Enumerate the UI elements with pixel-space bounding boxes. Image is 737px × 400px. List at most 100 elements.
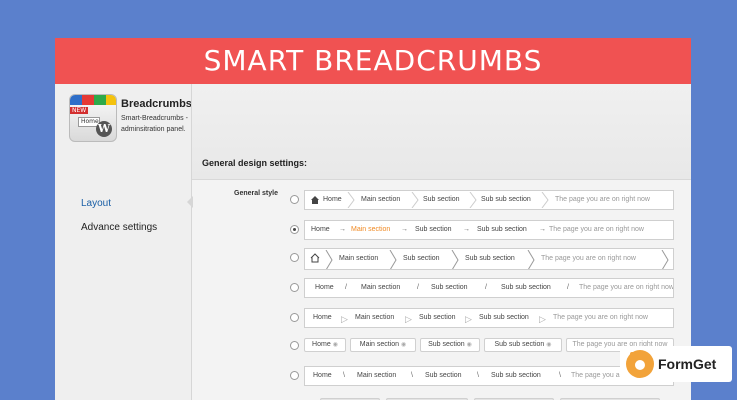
plugin-description: Smart-Breadcrumbs - adminsitration panel… [121, 115, 188, 133]
section-title: General design settings: [202, 158, 308, 168]
crumb-current: The page you are on right now [549, 226, 644, 233]
crumb-current: The page you are on right now [579, 284, 674, 291]
style-option-4: Home / Main section / Sub section / Sub … [290, 278, 676, 300]
backslash-separator: \ [411, 372, 413, 379]
crumb-subsub: Sub sub section [479, 314, 529, 321]
crumb-current: The page you are on right now [541, 255, 636, 262]
triangle-separator: ▷ [405, 314, 412, 324]
chevron-separator [661, 250, 669, 269]
breadcrumb-preview-8: Home » Main section » Sub section » Sub … [304, 396, 674, 400]
chevron-separator [541, 192, 549, 208]
crumb-home: Home [313, 372, 332, 379]
style-option-2: Home → Main section → Sub section → Sub … [290, 220, 676, 242]
crumb-sub: Sub section [425, 372, 462, 379]
triangle-separator: ▷ [341, 314, 348, 324]
style-radio-7[interactable] [290, 371, 299, 380]
crumb-main: Main section [355, 314, 395, 321]
breadcrumb-preview-6: Home ◉ Main section ◉ Sub section ◉ Sub … [304, 336, 674, 356]
breadcrumb-preview-5: Home ▷ Main section ▷ Sub section ▷ Sub … [304, 308, 674, 328]
plugin-title: Breadcrumbs [121, 98, 192, 110]
chevron-separator [411, 192, 419, 208]
chevron-separator [347, 192, 355, 208]
arrow-separator: → [401, 226, 408, 233]
crumb-subsub: Sub sub section [477, 226, 527, 233]
crumb-current: The page you are on right now [555, 196, 650, 203]
style-option-7: Home \ Main section \ Sub section \ Sub … [290, 366, 676, 388]
general-style-label: General style [234, 190, 278, 197]
style-radio-4[interactable] [290, 283, 299, 292]
style-radio-1[interactable] [290, 195, 299, 204]
crumb-sub: Sub section [431, 284, 468, 291]
crumb-tab-subsub: Sub sub section ◉ [484, 338, 562, 352]
triangle-separator: ▷ [465, 314, 472, 324]
formget-label: FormGet [658, 356, 717, 372]
app-frame: SMART BREADCRUMBS NEW Home W Breadcrumbs… [55, 38, 691, 400]
crumb-main: Main section [357, 372, 397, 379]
crumb-tab-home: Home ◉ [304, 338, 346, 352]
style-radio-6[interactable] [290, 341, 299, 350]
backslash-separator: \ [559, 372, 561, 379]
active-nav-pointer [187, 196, 193, 208]
logo-stripe-blue [70, 95, 82, 105]
style-radio-2[interactable] [290, 225, 299, 234]
crumb-home: Home [312, 341, 331, 348]
crumb-main: Main section [359, 341, 400, 348]
arrow-separator: → [339, 226, 346, 233]
chevron-separator [389, 250, 397, 269]
logo-stripe-red [82, 95, 94, 105]
crumb-subsub: Sub sub section [491, 372, 541, 379]
crumb-home: Home [311, 226, 330, 233]
formget-logo-icon [626, 350, 654, 378]
backslash-separator: \ [477, 372, 479, 379]
breadcrumb-preview-4: Home / Main section / Sub section / Sub … [304, 278, 674, 298]
home-outline-icon [310, 253, 320, 263]
arrow-separator: → [539, 226, 546, 233]
sidebar: NEW Home W Breadcrumbs Smart-Breadcrumbs… [55, 84, 192, 400]
backslash-separator: \ [343, 372, 345, 379]
wordpress-icon: W [96, 121, 112, 137]
style-option-8: Home » Main section » Sub section » Sub … [290, 396, 676, 400]
banner-title: SMART BREADCRUMBS [55, 38, 691, 84]
crumb-sub: Sub section [415, 226, 452, 233]
formget-brand-badge: FormGet [620, 346, 732, 382]
breadcrumb-preview-1: Home Main section Sub section Sub sub se… [304, 190, 674, 210]
crumb-home: Home [323, 196, 342, 203]
breadcrumb-preview-7: Home \ Main section \ Sub section \ Sub … [304, 366, 674, 386]
style-option-3: Main section Sub section Sub sub section… [290, 248, 676, 270]
sidebar-item-layout[interactable]: Layout [81, 198, 111, 209]
ring-icon: ◉ [332, 342, 338, 348]
crumb-main-active: Main section [351, 226, 391, 233]
slash-separator: / [567, 284, 569, 291]
style-radio-5[interactable] [290, 313, 299, 322]
logo-stripe-yellow [106, 95, 116, 105]
crumb-home: Home [315, 284, 334, 291]
slash-separator: / [485, 284, 487, 291]
breadcrumb-preview-3: Main section Sub section Sub sub section… [304, 248, 674, 270]
crumb-main: Main section [339, 255, 379, 262]
crumb-sub: Sub section [428, 341, 465, 348]
slash-separator: / [345, 284, 347, 291]
crumb-subsub: Sub sub section [501, 284, 551, 291]
sidebar-item-advance-settings[interactable]: Advance settings [81, 222, 157, 233]
ring-icon: ◉ [401, 342, 407, 348]
crumb-subsub: Sub sub section [494, 341, 545, 348]
breadcrumb-preview-2: Home → Main section → Sub section → Sub … [304, 220, 674, 240]
crumb-sub: Sub section [403, 255, 440, 262]
chevron-separator [469, 192, 477, 208]
style-option-1: Home Main section Sub section Sub sub se… [290, 190, 676, 212]
style-radio-3[interactable] [290, 253, 299, 262]
chevron-separator [451, 250, 459, 269]
crumb-tab-main: Main section ◉ [350, 338, 416, 352]
crumb-subsub: Sub sub section [481, 196, 531, 203]
style-option-5: Home ▷ Main section ▷ Sub section ▷ Sub … [290, 308, 676, 330]
crumb-current: The page you are on right now [553, 314, 648, 321]
logo-stripe-green [94, 95, 106, 105]
style-option-6: Home ◉ Main section ◉ Sub section ◉ Sub … [290, 336, 676, 358]
crumb-tab-sub: Sub section ◉ [420, 338, 480, 352]
crumb-sub: Sub section [423, 196, 460, 203]
crumb-home: Home [313, 314, 332, 321]
crumb-subsub: Sub sub section [465, 255, 515, 262]
crumb-sub: Sub section [419, 314, 456, 321]
chevron-separator [527, 250, 535, 269]
crumb-main: Main section [361, 196, 401, 203]
